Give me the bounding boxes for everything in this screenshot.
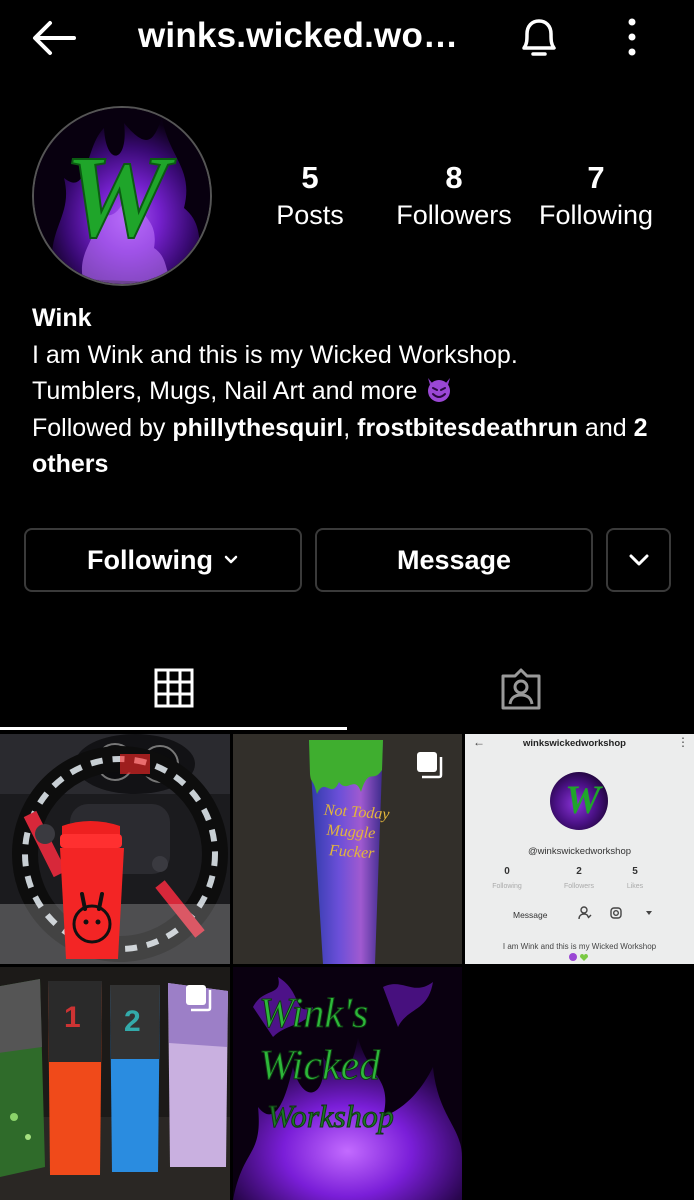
bio-line-1: I am Wink and this is my Wicked Workshop… [32, 340, 518, 369]
screenshot-stat: 0 Following [487, 866, 527, 890]
post-thumbnail-5[interactable]: Wink's Wicked Workshop [233, 967, 462, 1200]
message-button-label: Message [396, 544, 512, 575]
post-thumbnail-2[interactable]: Not Today Muggle Fucker [233, 734, 462, 964]
screenshot-content: ← winkswickedworkshop ⋮ W @winkswickedwo… [465, 734, 694, 964]
message-button[interactable]: Message [315, 528, 593, 592]
screenshot-stat-label: Followers [564, 883, 594, 890]
more-options-button[interactable] [620, 16, 644, 58]
bio-line-2: Tumblers, Mugs, Nail Art and more [32, 373, 672, 410]
screenshot-handle: @winkswickedworkshop [527, 846, 632, 857]
following-count-value: 7 [587, 160, 605, 195]
tab-tagged[interactable] [347, 648, 694, 730]
suggested-accounts-button[interactable] [606, 528, 671, 592]
logo-text-1: Wink's [259, 991, 368, 1037]
screenshot-stat: 5 Likes [615, 866, 655, 890]
smiling-devil-emoji-icon [428, 378, 451, 402]
tumbler-text-3: Fucker [328, 842, 376, 862]
post-thumbnail-3[interactable]: ← winkswickedworkshop ⋮ W @winkswickedwo… [465, 734, 694, 964]
screenshot-stat: 2 Followers [559, 866, 599, 890]
screenshot-avatar: W [550, 772, 608, 830]
more-vertical-icon [628, 18, 636, 56]
svg-text:2: 2 [124, 1005, 141, 1038]
multiple-photos-icon [417, 752, 443, 779]
bell-icon [522, 19, 556, 56]
grid-icon [154, 668, 193, 707]
post-thumbnail-1[interactable] [0, 734, 230, 964]
logo-text-2: Wicked [259, 1043, 381, 1089]
screenshot-instagram-icon [610, 907, 622, 919]
screenshot-more-icon: ⋮ [677, 735, 689, 749]
screenshot-stat-value: 5 [632, 866, 638, 877]
screenshot-back-icon: ← [473, 735, 485, 749]
following-count-label: Following [538, 200, 654, 230]
screenshot-stat-label: Following [492, 883, 522, 890]
followed-by[interactable]: Followed by phillythesquirl, frostbitesd… [32, 410, 672, 483]
followed-by-and: and [577, 413, 634, 442]
svg-text:1: 1 [64, 1001, 81, 1034]
tagged-person-icon [501, 668, 540, 710]
following-button[interactable]: Following [24, 528, 302, 592]
bio-line-2-text: Tumblers, Mugs, Nail Art and more [32, 377, 418, 405]
posts-count-label: Posts [276, 200, 344, 230]
chevron-down-icon [629, 554, 648, 566]
avatar-letter: W [64, 131, 176, 262]
post-thumbnail-4[interactable]: 1 2 [0, 967, 230, 1200]
screenshot-bio: I am Wink and this is my Wicked Workshop [502, 942, 657, 951]
chevron-down-icon [224, 555, 238, 564]
screenshot-dropdown-icon [646, 911, 652, 915]
tumbler-text-2: Muggle [325, 822, 376, 842]
followed-by-separator: , [343, 413, 358, 442]
screenshot-avatar-letter: W [565, 777, 601, 822]
multiple-photos-icon [186, 985, 212, 1012]
notifications-button[interactable] [516, 14, 562, 62]
followed-by-prefix: Followed by [32, 413, 173, 442]
posts-count[interactable]: 5 Posts [270, 160, 350, 231]
profile-name: Wink [32, 304, 92, 332]
arrow-left-icon [33, 21, 76, 55]
followers-count-label: Followers [396, 200, 512, 230]
screenshot-stat-value: 0 [504, 866, 510, 877]
posts-count-value: 5 [301, 160, 319, 195]
following-button-label: Following [87, 544, 213, 575]
following-count[interactable]: 7 Following [535, 160, 657, 231]
tab-posts-grid[interactable] [0, 648, 347, 730]
followed-by-user-2[interactable]: frostbitesdeathrun [357, 414, 578, 442]
screenshot-stat-value: 2 [576, 866, 582, 877]
top-bar: winks.wicked.wo… [0, 0, 694, 78]
profile-username-title: winks.wicked.wo… [138, 16, 459, 55]
back-button[interactable] [30, 18, 78, 58]
followers-count-value: 8 [445, 160, 463, 195]
profile-avatar[interactable]: W [32, 106, 212, 286]
screenshot-title: winkswickedworkshop [523, 738, 626, 749]
screenshot-stat-label: Likes [626, 883, 644, 890]
screenshot-message-label: Message [513, 910, 548, 920]
screenshot-emoji-icon [569, 953, 588, 961]
profile-bio: Wink I am Wink and this is my Wicked Wor… [32, 300, 672, 483]
logo-text-3: Workshop [267, 1098, 394, 1134]
screenshot-person-icon [578, 906, 592, 920]
followers-count[interactable]: 8 Followers [390, 160, 518, 231]
followed-by-user-1[interactable]: phillythesquirl [172, 414, 343, 442]
